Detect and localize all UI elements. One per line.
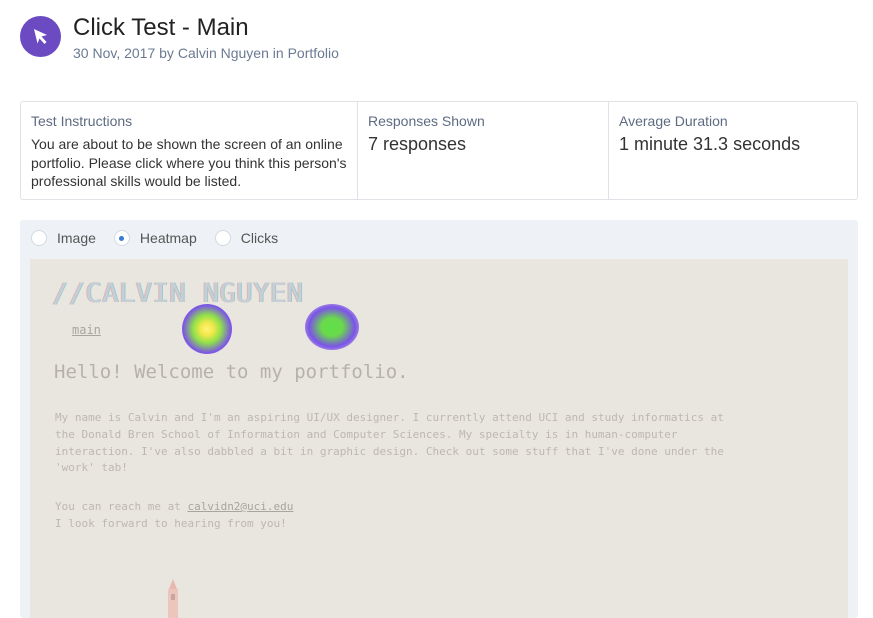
test-date: 30 Nov, 2017 (73, 45, 156, 61)
screenshot-with-heatmap[interactable]: //CALVIN NGUYEN main work about Hello! W… (30, 259, 848, 618)
cursor-arrow-icon (20, 16, 61, 57)
page-title: Click Test - Main (73, 14, 249, 41)
duration-card: Average Duration 1 minute 31.3 seconds (608, 102, 857, 199)
portfolio-nav-main: main (72, 323, 101, 337)
radio-dot-icon (119, 235, 125, 241)
view-option-label: Clicks (240, 230, 279, 246)
duration-label: Average Duration (619, 113, 728, 129)
responses-value: 7 responses (368, 134, 467, 154)
portfolio-nav-work: work (191, 323, 220, 337)
responses-label: Responses Shown (368, 113, 485, 129)
portfolio-email: calvidn2@uci.edu (187, 500, 294, 513)
radio-button[interactable] (31, 230, 47, 246)
author-link[interactable]: Calvin Nguyen (178, 45, 269, 61)
test-meta: 30 Nov, 2017 by Calvin Nguyen in Portfol… (73, 45, 339, 61)
in-label: in (272, 45, 284, 61)
view-option-label: Heatmap (139, 230, 197, 246)
portfolio-paragraph: My name is Calvin and I'm an aspiring UI… (55, 411, 724, 475)
portfolio-greeting: Hello! Welcome to my portfolio. (54, 361, 409, 383)
responses-card: Responses Shown 7 responses (357, 102, 608, 199)
view-option-label: Image (57, 230, 96, 246)
instructions-label: Test Instructions (31, 113, 133, 129)
tower-illustration-icon (168, 579, 178, 618)
result-viewer: Image Heatmap Clicks //CALVIN NGUYEN mai… (20, 220, 858, 618)
contact-prefix: You can reach me at (55, 500, 188, 513)
radio-button-selected[interactable] (113, 230, 130, 246)
stats-panel: Test Instructions You are about to be sh… (20, 101, 858, 200)
view-option-image[interactable]: Image (31, 230, 96, 246)
by-label: by (159, 45, 174, 61)
portfolio-nav-about: about (308, 323, 345, 337)
instructions-card: Test Instructions You are about to be sh… (21, 102, 357, 199)
duration-value: 1 minute 31.3 seconds (619, 134, 801, 154)
project-link[interactable]: Portfolio (288, 45, 339, 61)
radio-button[interactable] (214, 230, 231, 246)
portfolio-site-name: //CALVIN NGUYEN (52, 278, 304, 309)
portfolio-contact: You can reach me at calvidn2@uci.edu I l… (55, 499, 293, 533)
instructions-text: You are about to be shown the screen of … (31, 136, 347, 189)
view-mode-selector: Image Heatmap Clicks (31, 230, 296, 246)
view-option-clicks[interactable]: Clicks (214, 230, 279, 246)
contact-closing: I look forward to hearing from you! (55, 516, 287, 530)
view-option-heatmap[interactable]: Heatmap (113, 230, 197, 246)
